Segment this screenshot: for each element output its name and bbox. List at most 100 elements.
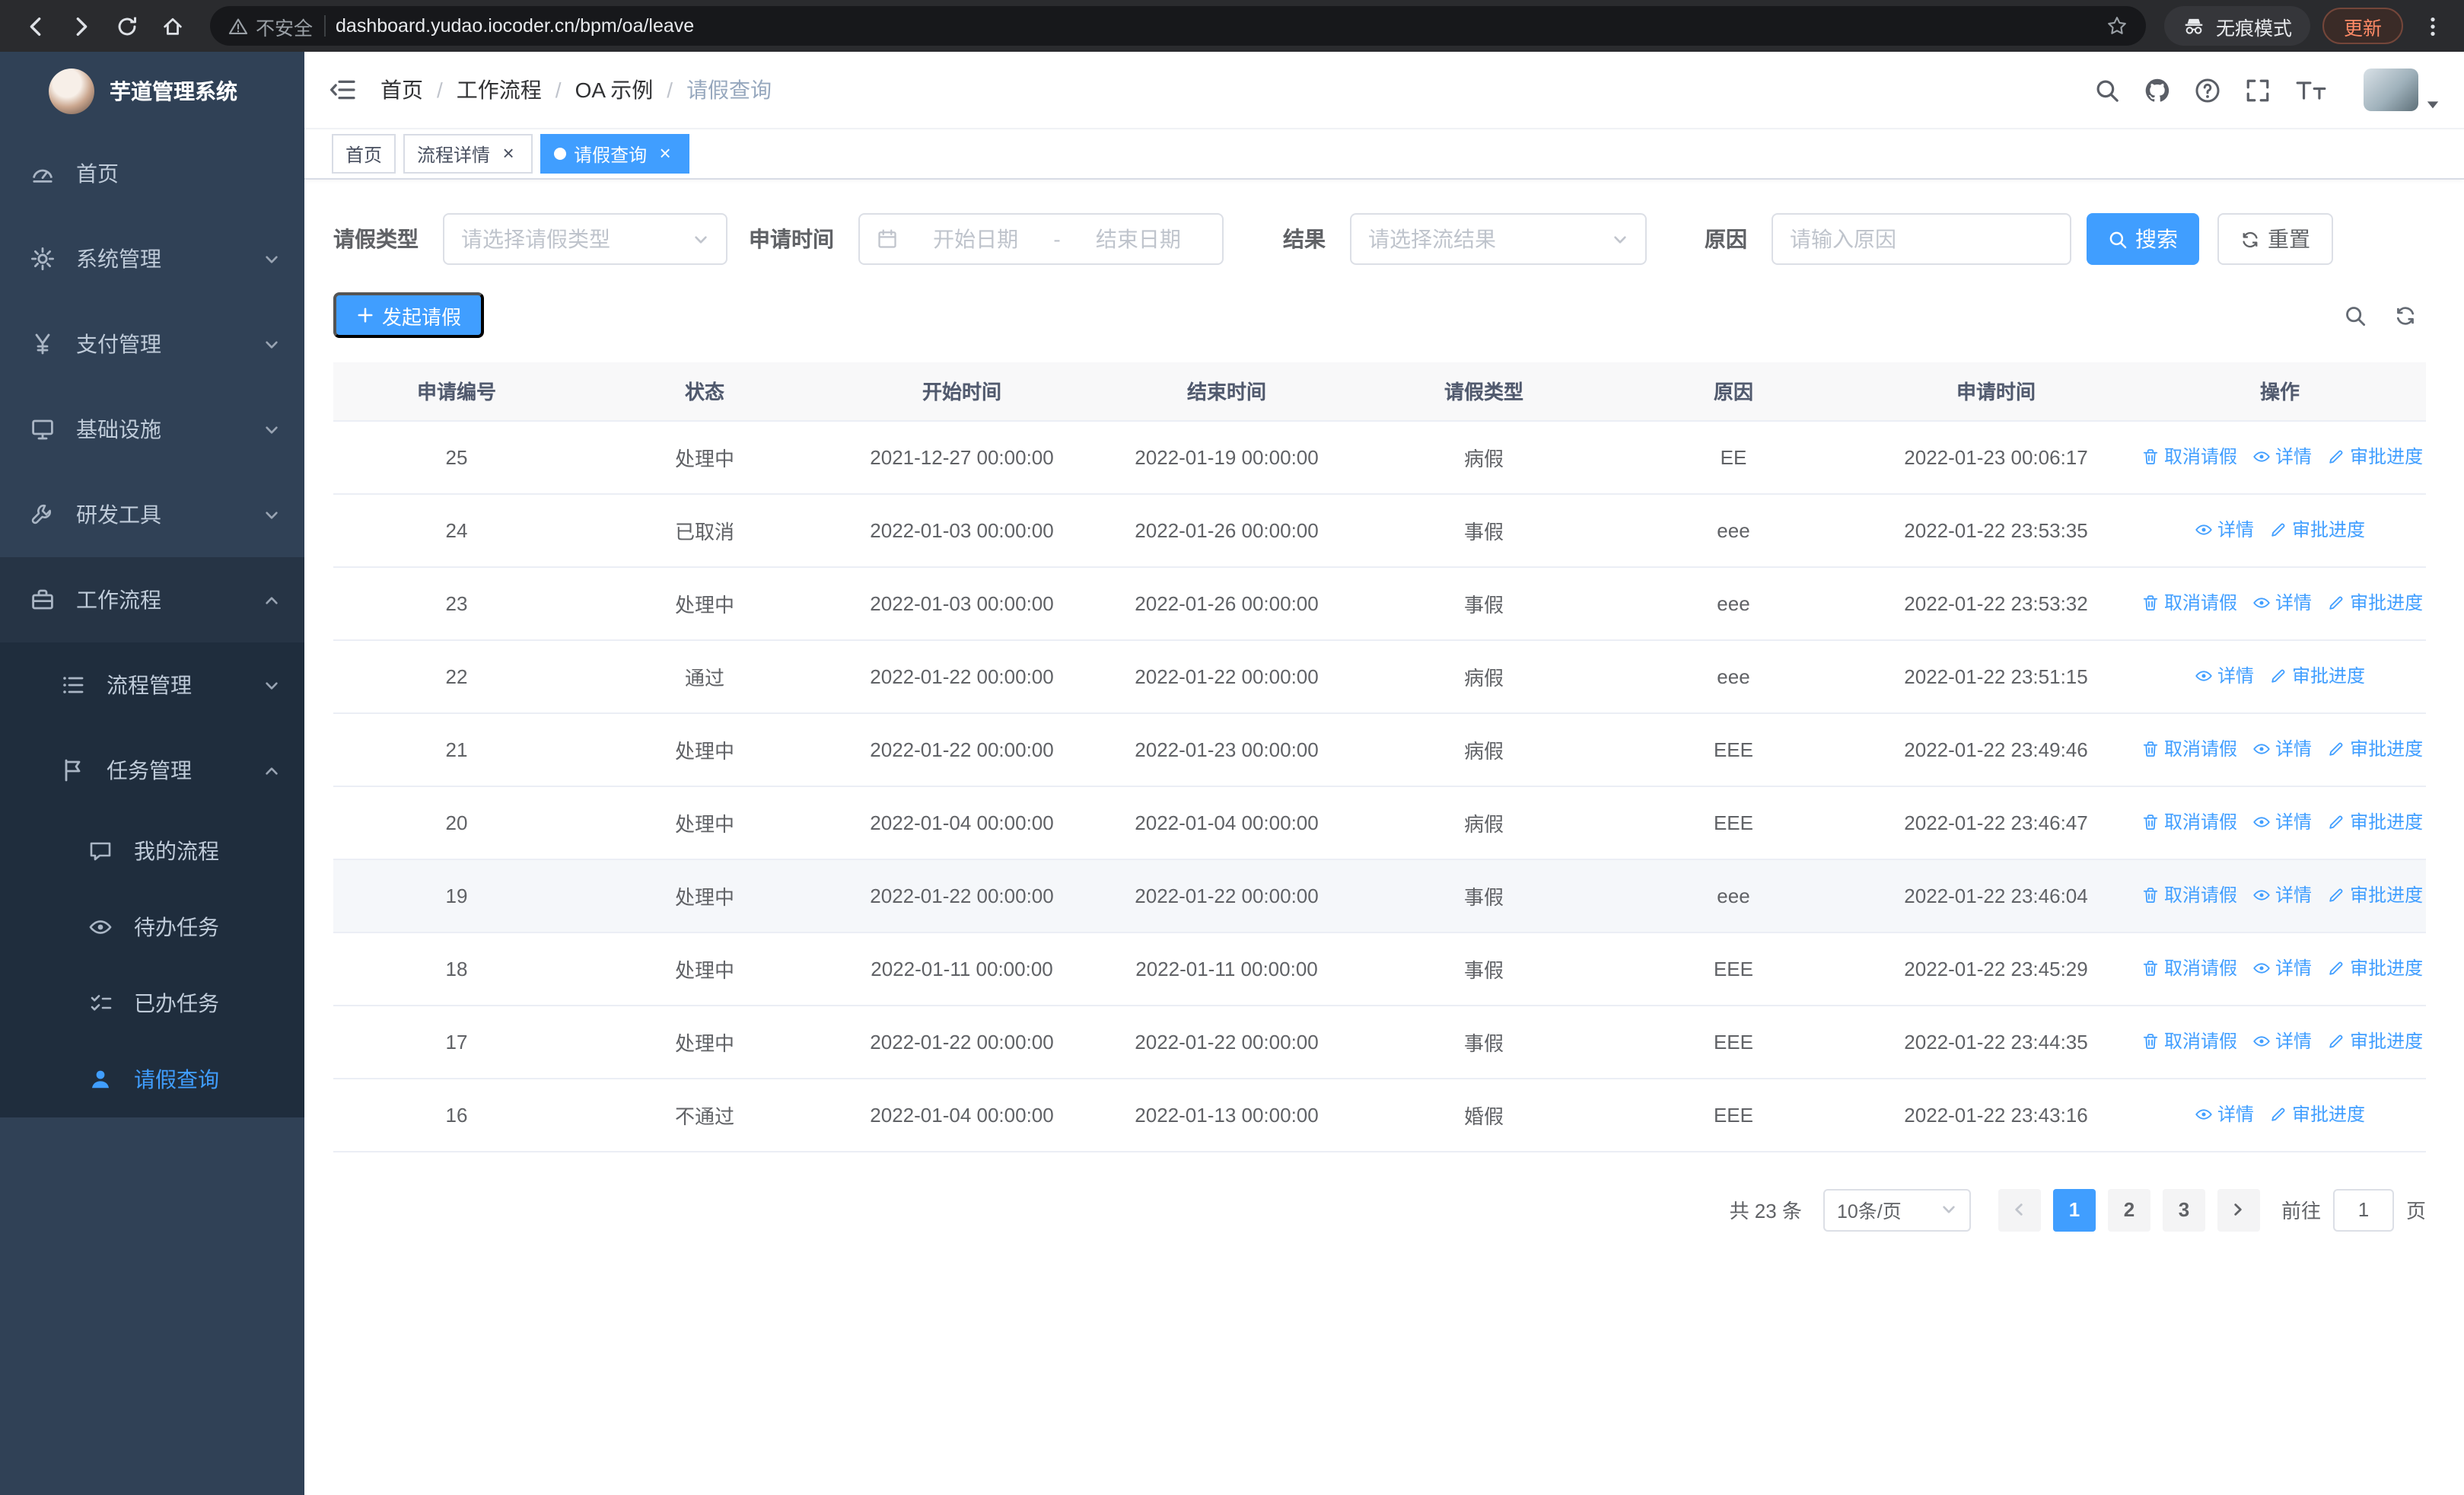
detail-action-link[interactable]: 详情 bbox=[2252, 1028, 2312, 1054]
table-row[interactable]: 20 处理中 2022-01-04 00:00:00 2022-01-04 00:00… bbox=[333, 786, 2426, 859]
detail-action-link[interactable]: 详情 bbox=[2195, 517, 2254, 543]
progress-action-link[interactable]: 审批进度 bbox=[2327, 955, 2423, 981]
sidebar-item-leave-query[interactable]: 请假查询 bbox=[0, 1041, 304, 1117]
create-leave-button[interactable]: 发起请假 bbox=[333, 292, 485, 338]
progress-action-link[interactable]: 审批进度 bbox=[2327, 1028, 2423, 1054]
detail-action-link[interactable]: 详情 bbox=[2252, 882, 2312, 908]
cancel-action-link[interactable]: 取消请假 bbox=[2141, 955, 2237, 981]
tab-leave-query[interactable]: 请假查询 × bbox=[540, 134, 690, 174]
detail-action-link[interactable]: 详情 bbox=[2252, 590, 2312, 616]
tab-home[interactable]: 首页 bbox=[332, 134, 396, 174]
progress-action-link[interactable]: 审批进度 bbox=[2327, 736, 2423, 762]
cell-start: 2021-12-27 00:00:00 bbox=[829, 420, 1094, 494]
breadcrumb-item[interactable]: 工作流程 bbox=[457, 75, 542, 105]
sidebar-item-workflow[interactable]: 工作流程 bbox=[0, 557, 304, 642]
detail-action-link[interactable]: 详情 bbox=[2252, 736, 2312, 762]
progress-action-link[interactable]: 审批进度 bbox=[2269, 517, 2365, 543]
page-1-button[interactable]: 1 bbox=[2052, 1188, 2096, 1231]
cell-applied: 2022-01-22 23:53:35 bbox=[1858, 493, 2134, 567]
cancel-action-link[interactable]: 取消请假 bbox=[2141, 809, 2237, 835]
page-size-select[interactable]: 10条/页 bbox=[1823, 1188, 1971, 1231]
detail-action-link[interactable]: 详情 bbox=[2252, 955, 2312, 981]
cancel-action-link[interactable]: 取消请假 bbox=[2141, 1028, 2237, 1054]
table-row[interactable]: 21 处理中 2022-01-22 00:00:00 2022-01-23 00:00… bbox=[333, 712, 2426, 786]
progress-action-link[interactable]: 审批进度 bbox=[2327, 444, 2423, 470]
github-icon[interactable] bbox=[2144, 77, 2170, 103]
table-row[interactable]: 17 处理中 2022-01-22 00:00:00 2022-01-22 00:00… bbox=[333, 1005, 2426, 1079]
browser-menu-icon[interactable] bbox=[2415, 14, 2449, 37]
next-page-button[interactable] bbox=[2217, 1188, 2260, 1231]
fullscreen-icon[interactable] bbox=[2245, 77, 2271, 103]
detail-action-link[interactable]: 详情 bbox=[2252, 444, 2312, 470]
browser-back-button[interactable] bbox=[15, 6, 55, 46]
bookmark-star-icon[interactable] bbox=[2106, 15, 2128, 37]
table-row[interactable]: 22 通过 2022-01-22 00:00:00 2022-01-22 00:00:… bbox=[333, 639, 2426, 713]
toggle-search-icon[interactable] bbox=[2344, 304, 2367, 327]
page-3-button[interactable]: 3 bbox=[2162, 1188, 2205, 1231]
progress-action-link[interactable]: 审批进度 bbox=[2269, 1101, 2365, 1127]
table-row[interactable]: 24 已取消 2022-01-03 00:00:00 2022-01-26 00:00… bbox=[333, 493, 2426, 567]
sidebar-item-payment[interactable]: 支付管理 bbox=[0, 301, 304, 387]
page-2-button[interactable]: 2 bbox=[2107, 1188, 2150, 1231]
table-row[interactable]: 18 处理中 2022-01-11 00:00:00 2022-01-11 00:00… bbox=[333, 932, 2426, 1006]
sidebar-item-done-tasks[interactable]: 已办任务 bbox=[0, 965, 304, 1041]
collapse-sidebar-icon[interactable] bbox=[329, 78, 356, 102]
sidebar-item-todo-tasks[interactable]: 待办任务 bbox=[0, 889, 304, 965]
detail-action-link[interactable]: 详情 bbox=[2252, 809, 2312, 835]
security-warning[interactable]: 不安全 bbox=[228, 11, 313, 40]
cell-actions: 取消请假 详情 审批进度 bbox=[2134, 566, 2426, 640]
sidebar-item-system[interactable]: 系统管理 bbox=[0, 216, 304, 301]
cancel-action-link[interactable]: 取消请假 bbox=[2141, 882, 2237, 908]
sidebar-item-dev-tools[interactable]: 研发工具 bbox=[0, 472, 304, 557]
sidebar-item-my-process[interactable]: 我的流程 bbox=[0, 813, 304, 889]
progress-action-link[interactable]: 审批进度 bbox=[2269, 663, 2365, 689]
result-select[interactable]: 请选择流结果 bbox=[1350, 213, 1647, 265]
browser-reload-button[interactable] bbox=[107, 6, 146, 46]
address-bar[interactable]: 不安全 dashboard.yudao.iocoder.cn/bpm/oa/le… bbox=[210, 6, 2146, 46]
cell-reason: EEE bbox=[1609, 1005, 1858, 1079]
detail-action-link[interactable]: 详情 bbox=[2195, 1101, 2254, 1127]
start-date-placeholder: 开始日期 bbox=[933, 227, 1019, 251]
cancel-action-link[interactable]: 取消请假 bbox=[2141, 590, 2237, 616]
browser-home-button[interactable] bbox=[152, 6, 192, 46]
cell-id: 19 bbox=[333, 859, 580, 932]
cell-id: 16 bbox=[333, 1078, 580, 1152]
prev-page-button[interactable] bbox=[1998, 1188, 2041, 1231]
progress-action-link[interactable]: 审批进度 bbox=[2327, 809, 2423, 835]
browser-update-button[interactable]: 更新 bbox=[2322, 8, 2403, 44]
close-tab-icon[interactable]: × bbox=[498, 142, 519, 164]
breadcrumb-item[interactable]: OA 示例 bbox=[575, 75, 654, 105]
browser-forward-button[interactable] bbox=[61, 6, 100, 46]
help-icon[interactable] bbox=[2195, 77, 2220, 103]
sidebar-item-infrastructure[interactable]: 基础设施 bbox=[0, 387, 304, 472]
leave-type-select[interactable]: 请选择请假类型 bbox=[443, 213, 727, 265]
reset-button[interactable]: 重置 bbox=[2217, 213, 2333, 265]
cancel-action-link[interactable]: 取消请假 bbox=[2141, 444, 2237, 470]
progress-action-link[interactable]: 审批进度 bbox=[2327, 882, 2423, 908]
sidebar-item-task-management[interactable]: 任务管理 bbox=[0, 728, 304, 813]
close-tab-icon[interactable]: × bbox=[654, 142, 676, 164]
font-size-icon[interactable] bbox=[2295, 78, 2327, 101]
cell-end: 2022-01-26 00:00:00 bbox=[1094, 566, 1359, 640]
detail-action-link[interactable]: 详情 bbox=[2195, 663, 2254, 689]
user-avatar-menu[interactable] bbox=[2364, 69, 2440, 111]
table-row[interactable]: 19 处理中 2022-01-22 00:00:00 2022-01-22 00:00… bbox=[333, 859, 2426, 932]
refresh-table-icon[interactable] bbox=[2394, 304, 2417, 327]
app-logo[interactable]: 芋道管理系统 bbox=[0, 52, 304, 131]
sidebar-item-home[interactable]: 首页 bbox=[0, 131, 304, 216]
breadcrumb-separator: / bbox=[437, 78, 443, 102]
breadcrumb-item[interactable]: 首页 bbox=[380, 75, 423, 105]
tab-process-detail[interactable]: 流程详情 × bbox=[403, 134, 533, 174]
table-row[interactable]: 23 处理中 2022-01-03 00:00:00 2022-01-26 00:00… bbox=[333, 566, 2426, 640]
table-row[interactable]: 16 不通过 2022-01-04 00:00:00 2022-01-13 00:00… bbox=[333, 1078, 2426, 1152]
search-icon[interactable] bbox=[2094, 77, 2120, 103]
sidebar-item-process-management[interactable]: 流程管理 bbox=[0, 642, 304, 728]
cell-applied: 2022-01-22 23:51:15 bbox=[1858, 639, 2134, 713]
cancel-action-link[interactable]: 取消请假 bbox=[2141, 736, 2237, 762]
search-button[interactable]: 搜索 bbox=[2087, 213, 2199, 265]
apply-time-range-picker[interactable]: 开始日期 - 结束日期 bbox=[858, 213, 1224, 265]
reason-input[interactable] bbox=[1790, 227, 2053, 251]
progress-action-link[interactable]: 审批进度 bbox=[2327, 590, 2423, 616]
goto-page-input[interactable] bbox=[2332, 1188, 2394, 1231]
table-row[interactable]: 25 处理中 2021-12-27 00:00:00 2022-01-19 00:00… bbox=[333, 420, 2426, 494]
